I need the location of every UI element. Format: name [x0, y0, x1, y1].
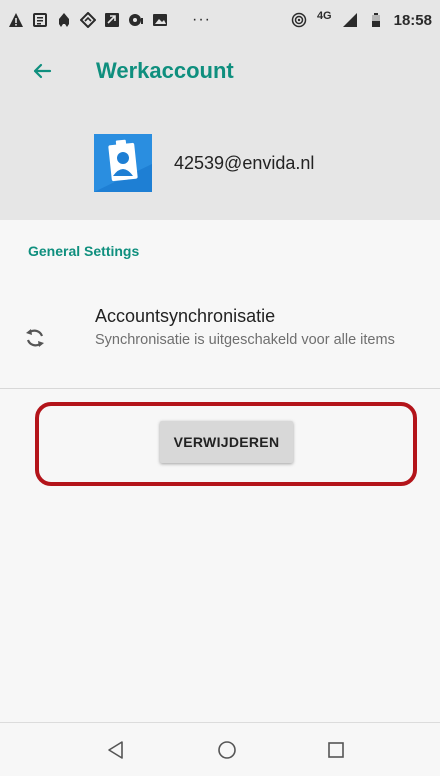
hotspot-icon: [291, 12, 307, 28]
diamond-icon: [80, 12, 96, 28]
sync-icon: [22, 325, 48, 351]
network-type: 4G: [316, 10, 332, 22]
signal-icon: [342, 12, 358, 28]
android-icon: [56, 12, 72, 28]
nav-home-icon: [218, 741, 236, 759]
navigation-bar: [0, 723, 440, 776]
battery-icon: [368, 12, 384, 28]
sync-subtitle: Synchronisatie is uitgeschakeld voor all…: [95, 332, 395, 348]
arrow-back-icon: [33, 63, 52, 79]
nav-recent-button[interactable]: [323, 737, 349, 763]
nav-home-button[interactable]: [214, 737, 240, 763]
status-notification-icons: ···: [8, 11, 211, 29]
page-title: Werkaccount: [96, 58, 234, 83]
note-icon: [32, 12, 48, 28]
app-header: Werkaccount 42539@envida.nl: [0, 40, 440, 220]
back-button[interactable]: [22, 54, 62, 88]
divider: [0, 388, 440, 389]
nav-back-icon: [108, 741, 123, 759]
remove-account-button[interactable]: VERWIJDEREN: [160, 421, 293, 463]
clock: 18:58: [393, 11, 432, 29]
account-email: 42539@envida.nl: [174, 152, 315, 173]
section-header-general: General Settings: [28, 243, 140, 259]
account-info: 42539@envida.nl: [94, 134, 314, 192]
more-notifications: ···: [192, 11, 211, 28]
nav-recent-icon: [328, 742, 344, 758]
status-system-icons: 4G 18:58: [291, 10, 432, 29]
chat-icon: [128, 12, 144, 28]
nav-back-button[interactable]: [103, 737, 129, 763]
status-bar: ··· 4G 18:58: [0, 0, 440, 40]
image-icon: [152, 12, 168, 28]
sync-title: Accountsynchronisatie: [95, 306, 276, 326]
missed-call-icon: [104, 12, 120, 28]
work-badge-icon: [94, 134, 152, 192]
screen: ··· 4G 18:58 Werkaccount 42539@envida.nl…: [0, 0, 440, 776]
warning-icon: [8, 12, 24, 28]
account-sync-item[interactable]: Accountsynchronisatie Synchronisatie is …: [0, 292, 440, 388]
